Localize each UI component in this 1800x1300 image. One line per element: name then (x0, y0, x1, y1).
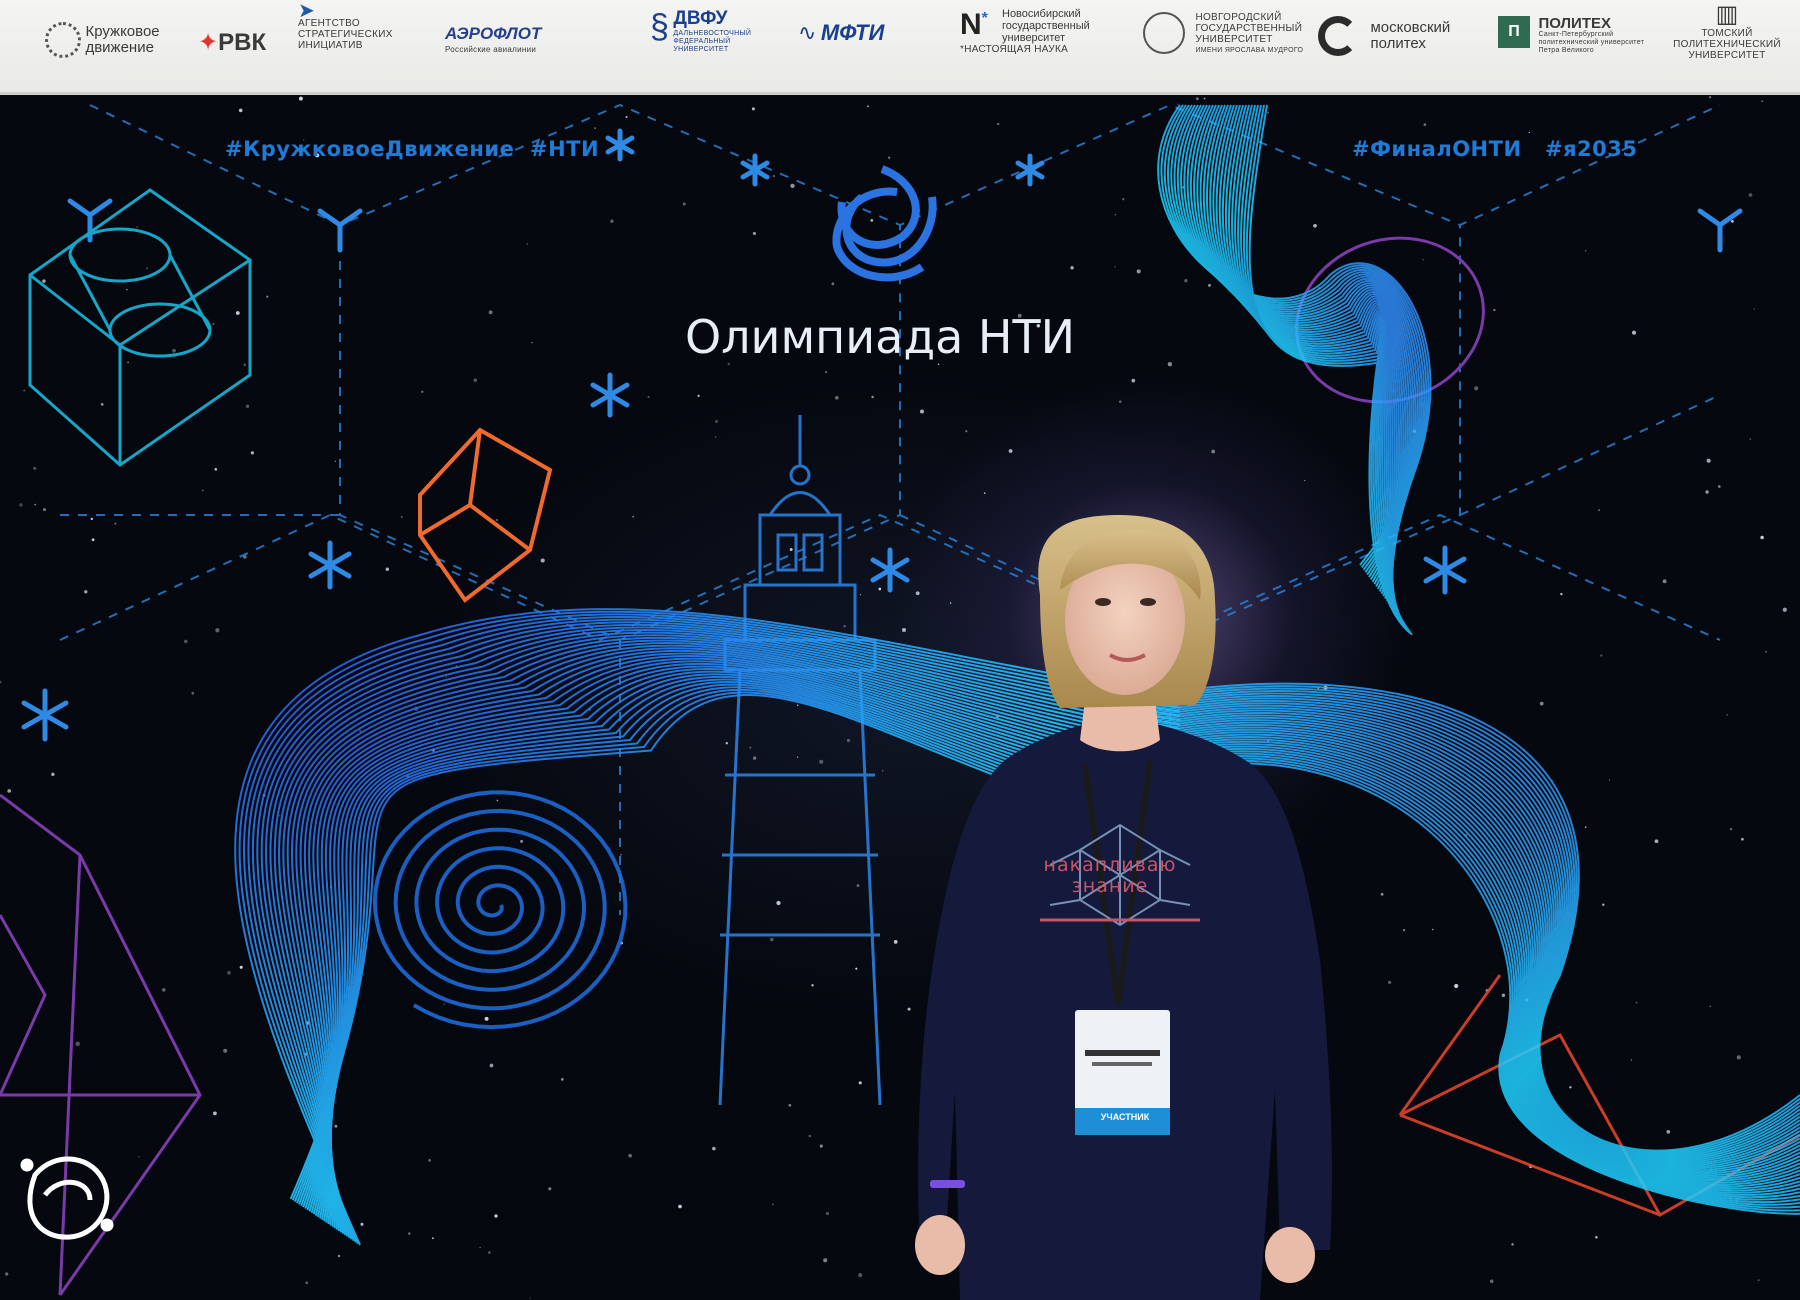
badge-role-label: УЧАСТНИК (1100, 1112, 1150, 1122)
left-eye (1095, 598, 1111, 606)
participant-figure (915, 515, 1332, 1300)
sweater (918, 718, 1332, 1300)
badge-name-line-2 (1092, 1062, 1152, 1066)
right-eye (1140, 598, 1156, 606)
badge-name-line (1085, 1050, 1160, 1056)
sweater-slogan: накапливаю знание (1043, 854, 1177, 897)
left-hand (915, 1215, 965, 1275)
right-hand (1265, 1227, 1315, 1283)
wristband (930, 1180, 965, 1188)
neck (1080, 700, 1160, 752)
